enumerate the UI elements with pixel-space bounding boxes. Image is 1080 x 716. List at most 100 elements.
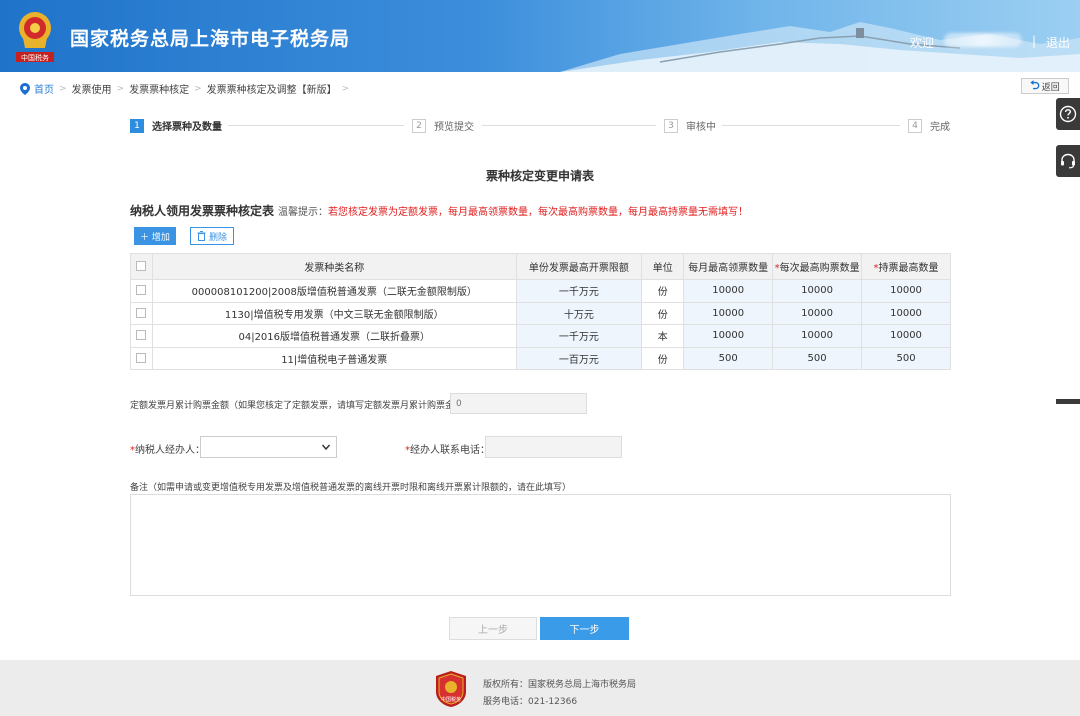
logout-link[interactable]: 退出 xyxy=(1046,34,1070,51)
phone-label: *经办人联系电话： xyxy=(405,441,490,456)
question-icon xyxy=(1059,105,1077,123)
unit-cell: 份 xyxy=(641,301,685,326)
header-holding-max: *持票最高数量 xyxy=(861,253,951,280)
location-pin-icon xyxy=(20,82,30,95)
form-title: 票种核定变更申请表 xyxy=(485,169,594,183)
step-connector xyxy=(722,125,900,126)
step-number: 3 xyxy=(664,118,678,133)
breadcrumb-arrow-icon: > xyxy=(59,83,67,94)
invoice-name-cell: 04|2016版增值税普通发票（二联折叠票） xyxy=(151,324,517,348)
step-label: 预览提交 xyxy=(434,122,474,133)
holding-max-cell[interactable]: 500 xyxy=(861,346,951,371)
tax-bureau-logo: 中国税务 xyxy=(436,671,466,707)
per-purchase-max-cell[interactable]: 10000 xyxy=(772,324,863,348)
breadcrumb: 首页 > 发票使用 > 发票票种核定 > 发票票种核定及调整【新版】 > xyxy=(20,81,354,96)
breadcrumb-current: 发票票种核定及调整【新版】 xyxy=(206,85,337,96)
tip-text: 若您核定发票为定额发票，每月最高领票数量，每次最高购票数量，每月最高持票量无需填… xyxy=(328,207,748,218)
header-per-purchase-max-label: 每次最高购票数量 xyxy=(779,263,860,274)
table-header-row: 发票种类名称 单份发票最高开票限额 单位 每月最高领票数量 *每次最高购票数量 … xyxy=(130,253,951,280)
unit-cell: 份 xyxy=(641,279,685,303)
side-collapse-handle[interactable] xyxy=(1056,399,1080,404)
holding-max-cell[interactable]: 10000 xyxy=(861,279,951,303)
phone-label-text: 经办人联系电话： xyxy=(410,445,490,456)
row-select-cell xyxy=(130,346,153,371)
header-holding-max-label: 持票最高数量 xyxy=(878,263,939,274)
tip-label: 温馨提示： xyxy=(278,207,328,218)
step-connector xyxy=(482,125,656,126)
max-limit-cell[interactable]: 十万元 xyxy=(515,301,643,326)
table-row: 1130|增值税专用发票（中文三联无金额限制版） 十万元 份 10000 100… xyxy=(130,301,951,326)
phone-input[interactable] xyxy=(485,436,622,458)
invoice-name-cell: 11|增值税电子普通发票 xyxy=(151,346,517,371)
max-limit-cell[interactable]: 一百万元 xyxy=(515,346,643,371)
return-arrow-icon: ⮌ xyxy=(1030,77,1040,92)
user-name-redacted xyxy=(944,33,1022,47)
header-monthly-max: 每月最高领票数量 xyxy=(683,253,774,280)
header-unit: 单位 xyxy=(641,253,685,280)
header-banner: 中国税务 国家税务总局上海市电子税务局 欢迎 | 退出 xyxy=(0,0,1080,72)
step-number: 2 xyxy=(412,118,426,133)
trash-icon xyxy=(197,231,206,241)
agent-label: *纳税人经办人： xyxy=(130,441,205,456)
invoice-name-cell: 000008101200|2008版增值税普通发票（二联无金额限制版） xyxy=(151,279,517,303)
step-connector xyxy=(228,125,404,126)
remark-textarea[interactable] xyxy=(130,494,951,596)
delete-row-button[interactable]: 删除 xyxy=(190,227,234,245)
service-phone: 服务电话：021-12366 xyxy=(483,697,578,707)
footer-logo-text: 中国税务 xyxy=(441,696,461,703)
unit-cell: 本 xyxy=(641,324,685,348)
per-purchase-max-cell[interactable]: 10000 xyxy=(772,301,863,326)
per-purchase-max-cell[interactable]: 500 xyxy=(772,346,863,371)
per-purchase-max-cell[interactable]: 10000 xyxy=(772,279,863,303)
monthly-max-cell[interactable]: 10000 xyxy=(683,324,774,348)
breadcrumb-home[interactable]: 首页 xyxy=(34,81,54,96)
back-button[interactable]: ⮌ 返回 xyxy=(1021,78,1069,94)
breadcrumb-invoice-use[interactable]: 发票使用 xyxy=(72,81,112,96)
emblem-text: 中国税务 xyxy=(21,53,49,62)
step-number: 4 xyxy=(908,118,922,133)
table-row: 11|增值税电子普通发票 一百万元 份 500 500 500 xyxy=(130,346,951,371)
invoice-type-table: 发票种类名称 单份发票最高开票限额 单位 每月最高领票数量 *每次最高购票数量 … xyxy=(130,253,951,371)
row-checkbox[interactable] xyxy=(136,353,147,364)
breadcrumb-invoice-type[interactable]: 发票票种核定 xyxy=(129,81,189,96)
quota-amount-input[interactable] xyxy=(450,393,587,414)
add-row-button[interactable]: ＋ 增加 xyxy=(134,227,176,245)
row-checkbox[interactable] xyxy=(136,285,147,296)
row-select-cell xyxy=(130,279,153,303)
step-1: 1 选择票种及数量 xyxy=(130,118,222,133)
agent-select[interactable] xyxy=(200,436,337,458)
breadcrumb-arrow-icon: > xyxy=(194,83,202,94)
step-number: 1 xyxy=(130,118,144,133)
tip-message: 温馨提示：若您核定发票为定额发票，每月最高领票数量，每次最高购票数量，每月最高持… xyxy=(278,203,748,218)
row-checkbox[interactable] xyxy=(136,330,147,341)
row-checkbox[interactable] xyxy=(136,307,147,318)
step-3: 3 审核中 xyxy=(664,118,716,133)
tax-emblem-logo: 中国税务 xyxy=(16,12,54,62)
header-per-purchase-max: *每次最高购票数量 xyxy=(772,253,863,280)
select-all-checkbox[interactable] xyxy=(136,261,147,271)
select-all-cell xyxy=(130,253,153,280)
monthly-max-cell[interactable]: 10000 xyxy=(683,301,774,326)
copyright-text: 版权所有：国家税务总局上海市税务局 xyxy=(483,680,637,690)
step-label: 完成 xyxy=(930,122,950,133)
quota-amount-label: 定额发票月累计购票金额（如果您核定了定额发票，请填写定额发票月累计购票金额）： xyxy=(130,401,477,411)
chevron-down-icon xyxy=(321,444,331,451)
help-button[interactable] xyxy=(1056,98,1080,130)
unit-cell: 份 xyxy=(641,346,685,371)
prev-button[interactable]: 上一步 xyxy=(449,617,537,640)
holding-max-cell[interactable]: 10000 xyxy=(861,324,951,348)
invoice-name-cell: 1130|增值税专用发票（中文三联无金额限制版） xyxy=(151,301,517,326)
site-title: 国家税务总局上海市电子税务局 xyxy=(70,28,351,50)
header-max-limit: 单份发票最高开票限额 xyxy=(515,253,643,280)
step-label: 选择票种及数量 xyxy=(152,122,222,133)
agent-label-text: 纳税人经办人： xyxy=(135,445,205,456)
monthly-max-cell[interactable]: 10000 xyxy=(683,279,774,303)
delete-button-label: 删除 xyxy=(208,232,227,243)
holding-max-cell[interactable]: 10000 xyxy=(861,301,951,326)
welcome-text: 欢迎 xyxy=(910,36,935,50)
next-button[interactable]: 下一步 xyxy=(540,617,629,640)
max-limit-cell[interactable]: 一千万元 xyxy=(515,279,643,303)
max-limit-cell[interactable]: 一千万元 xyxy=(515,324,643,348)
monthly-max-cell[interactable]: 500 xyxy=(683,346,774,371)
remark-label: 备注（如需申请或变更增值税专用发票及增值税普通发票的离线开票时限和离线开票累计限… xyxy=(130,483,572,493)
